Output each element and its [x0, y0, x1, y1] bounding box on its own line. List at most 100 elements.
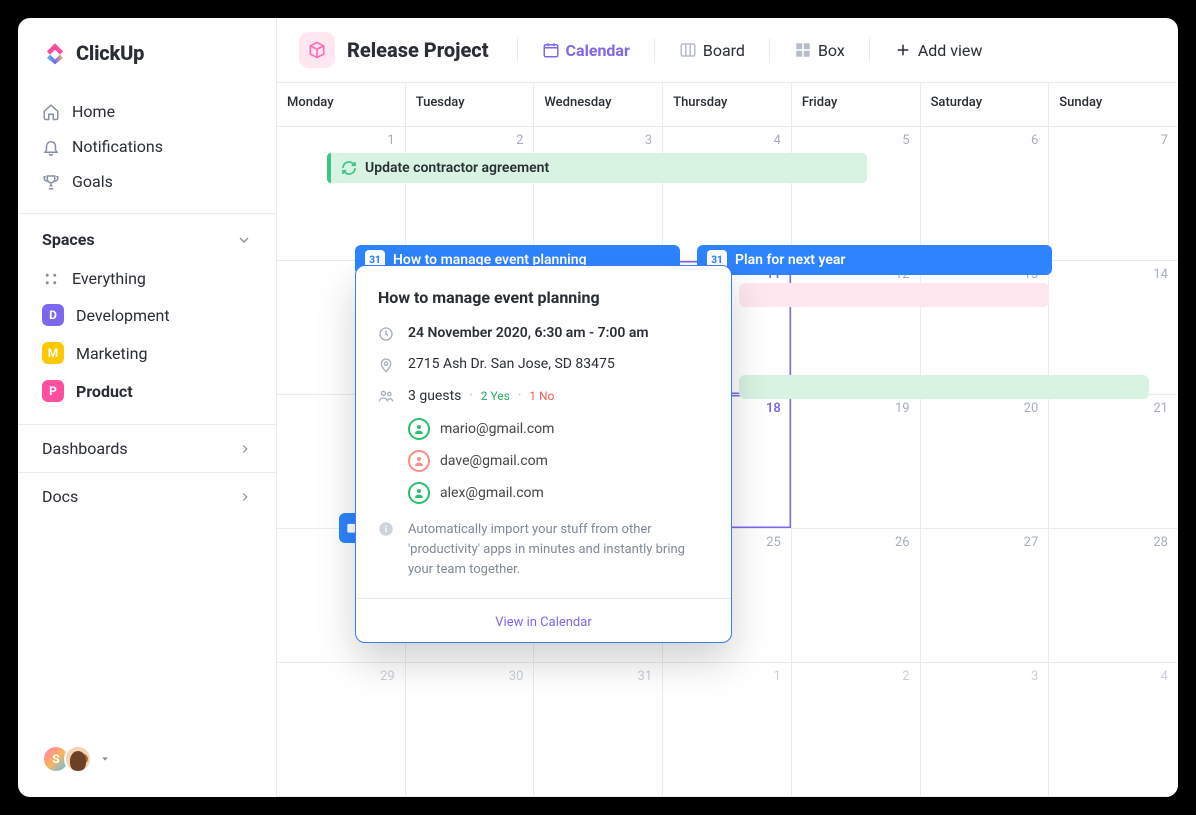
avatar [64, 745, 92, 773]
calendar-day[interactable]: 28 [1049, 529, 1178, 662]
day-number: 3 [645, 133, 652, 148]
sidebar: ClickUp Home Notifications Goals Spaces … [18, 18, 277, 797]
bell-icon [42, 138, 60, 156]
topbar: Release Project Calendar Board Box Add v… [277, 18, 1178, 83]
view-label: Box [818, 41, 845, 60]
sidebar-item-notifications[interactable]: Notifications [18, 129, 276, 164]
sidebar-item-label: Everything [72, 269, 146, 288]
spaces-header[interactable]: Spaces [18, 213, 276, 261]
separator [869, 38, 870, 62]
day-number: 14 [1153, 267, 1168, 282]
task-bar[interactable] [739, 283, 1049, 307]
popover-description: Automatically import your stuff from oth… [408, 520, 709, 580]
separator [769, 38, 770, 62]
trophy-icon [42, 173, 60, 191]
calendar-view: Monday Tuesday Wednesday Thursday Friday… [277, 83, 1178, 797]
guest-row[interactable]: mario@gmail.com [408, 418, 709, 440]
guest-row[interactable]: dave@gmail.com [408, 450, 709, 472]
chevron-down-icon [236, 232, 252, 248]
sidebar-item-everything[interactable]: Everything [18, 261, 276, 296]
sidebar-item-goals[interactable]: Goals [18, 164, 276, 199]
project-title: Release Project [347, 38, 489, 62]
chevron-right-icon [238, 442, 252, 456]
sidebar-item-label: Product [76, 382, 133, 401]
task-bar-contractor-agreement[interactable]: Update contractor agreement [327, 153, 867, 183]
day-number: 20 [1024, 401, 1039, 416]
view-label: Add view [918, 41, 983, 60]
day-number: 2 [516, 133, 523, 148]
task-bar[interactable] [739, 375, 1149, 399]
sidebar-item-label: Home [72, 102, 115, 121]
calendar-day[interactable]: 31 [534, 663, 663, 796]
sidebar-item-dashboards[interactable]: Dashboards [18, 424, 276, 472]
calendar-day[interactable]: 30 [406, 663, 535, 796]
space-badge: M [42, 342, 64, 364]
calendar-day[interactable]: 2 [406, 127, 535, 260]
task-bar-label: Update contractor agreement [365, 160, 549, 176]
task-bar-plan-next-year[interactable]: 31 Plan for next year [697, 245, 1052, 275]
project-icon [299, 32, 335, 68]
space-badge: P [42, 380, 64, 402]
calendar-day[interactable]: 7 [1049, 127, 1178, 260]
view-box-button[interactable]: Box [788, 37, 851, 64]
guest-status-icon [408, 418, 430, 440]
calendar-day[interactable]: 21 [1049, 395, 1178, 528]
calendar-day[interactable]: 5 [792, 127, 921, 260]
guest-status-icon [408, 450, 430, 472]
guest-row[interactable]: alex@gmail.com [408, 482, 709, 504]
day-number: 1 [774, 669, 781, 684]
add-view-button[interactable]: Add view [888, 37, 989, 64]
calendar-day[interactable]: 3 [534, 127, 663, 260]
view-board-button[interactable]: Board [673, 37, 751, 64]
grid-dots-icon [42, 270, 60, 288]
main-area: Release Project Calendar Board Box Add v… [277, 18, 1178, 797]
brand[interactable]: ClickUp [18, 18, 276, 94]
chevron-right-icon [238, 490, 252, 504]
separator [654, 38, 655, 62]
info-icon [378, 521, 394, 537]
calendar-day[interactable]: 3 [921, 663, 1050, 796]
sidebar-item-docs[interactable]: Docs [18, 472, 276, 520]
weekday-row: Monday Tuesday Wednesday Thursday Friday… [277, 83, 1178, 127]
separator [517, 38, 518, 62]
view-in-calendar-link[interactable]: View in Calendar [495, 615, 591, 630]
calendar-day[interactable]: 26 [792, 529, 921, 662]
sidebar-space-marketing[interactable]: M Marketing [18, 334, 276, 372]
view-calendar-button[interactable]: Calendar [536, 37, 636, 64]
sidebar-item-label: Notifications [72, 137, 163, 156]
day-number: 2 [902, 669, 909, 684]
calendar-day[interactable]: 4 [663, 127, 792, 260]
day-number: 27 [1024, 535, 1039, 550]
calendar-day[interactable]: 29 [277, 663, 406, 796]
day-number: 28 [1153, 535, 1168, 550]
cube-icon [307, 40, 327, 60]
popover-title: How to manage event planning [378, 288, 709, 307]
sidebar-space-development[interactable]: D Development [18, 296, 276, 334]
day-number: 21 [1153, 401, 1168, 416]
calendar-day[interactable]: 20 [921, 395, 1050, 528]
calendar-day[interactable]: 1 [663, 663, 792, 796]
app-window: ClickUp Home Notifications Goals Spaces … [18, 18, 1178, 797]
weekday-label: Tuesday [406, 83, 535, 126]
task-bar-label: Plan for next year [735, 252, 845, 268]
sidebar-item-home[interactable]: Home [18, 94, 276, 129]
day-number: 6 [1031, 133, 1038, 148]
sidebar-user-switcher[interactable]: S [18, 745, 276, 797]
calendar-day[interactable]: 27 [921, 529, 1050, 662]
space-badge: D [42, 304, 64, 326]
separator: • [469, 390, 472, 401]
weekday-label: Friday [792, 83, 921, 126]
calendar-day[interactable]: 6 [921, 127, 1050, 260]
sidebar-item-label: Development [76, 306, 170, 325]
people-icon [378, 388, 394, 404]
sidebar-space-product[interactable]: P Product [18, 372, 276, 410]
calendar-day[interactable]: 2 [792, 663, 921, 796]
view-label: Calendar [566, 41, 630, 60]
day-number: 18 [766, 401, 781, 416]
calendar-day[interactable]: 1 [277, 127, 406, 260]
guest-email: alex@gmail.com [440, 485, 544, 501]
calendar-day[interactable]: 4 [1049, 663, 1178, 796]
box-icon [794, 41, 812, 59]
popover-guests-yes: 2 Yes [481, 389, 510, 403]
calendar-day[interactable]: 19 [792, 395, 921, 528]
